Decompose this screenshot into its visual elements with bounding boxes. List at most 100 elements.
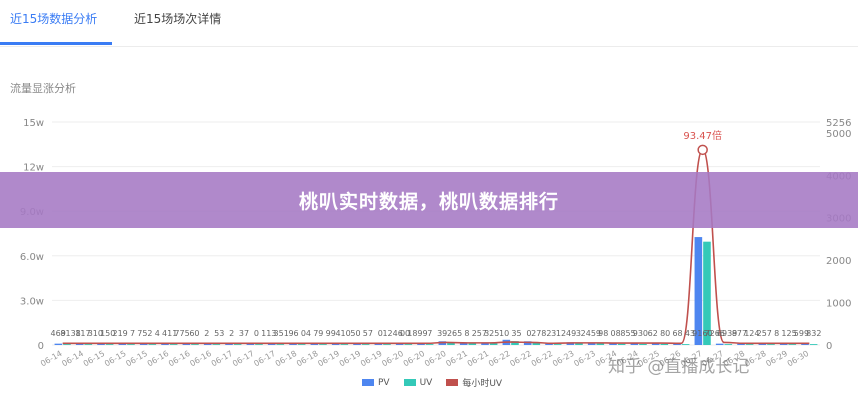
bar-data-label: 4: [155, 329, 160, 338]
bar-uv: [596, 343, 605, 345]
legend-item-hourly-uv[interactable]: 每小时UV: [446, 376, 502, 389]
active-tab-indicator: [0, 42, 112, 45]
bar-data-label: 325: [484, 329, 499, 338]
bar-data-label: 99: [326, 329, 336, 338]
bar-data-label: 930: [633, 329, 648, 338]
x-tick-label: 06-21: [444, 349, 469, 368]
legend-label-hourly-uv: 每小时UV: [462, 379, 503, 389]
bar-data-label: 410: [335, 329, 350, 338]
bar-uv: [767, 344, 775, 345]
bar-data-label: 265: [447, 329, 462, 338]
bar-uv: [724, 344, 733, 345]
y-left-tick-label: 3.0w: [20, 296, 44, 307]
y-left-tick-label: 6.0w: [20, 252, 44, 263]
bar-uv: [212, 344, 221, 345]
bar-data-label: 39: [437, 329, 447, 338]
bar-data-label: 04: [301, 329, 311, 338]
x-tick-label: 06-17: [252, 349, 277, 368]
x-tick-label: 06-19: [359, 349, 384, 368]
peak-marker: [697, 144, 708, 156]
bar-uv: [617, 343, 626, 345]
x-tick-label: 06-30: [786, 349, 811, 368]
bar-uv: [681, 344, 690, 345]
x-tick-label: 06-16: [188, 349, 213, 368]
bar-uv: [340, 344, 349, 345]
bar-uv: [169, 344, 178, 345]
title-banner: 桃叭实时数据，桃叭数据排行: [0, 172, 858, 228]
x-tick-label: 06-16: [167, 349, 192, 368]
legend-label-pv: PV: [378, 377, 390, 388]
legend-label-uv: UV: [419, 377, 433, 388]
bar-data-label: 2: [229, 329, 234, 338]
x-tick-label: 06-17: [231, 349, 256, 368]
x-tick-label: 06-18: [295, 349, 320, 368]
x-tick-label: 06-19: [316, 349, 341, 368]
bar-uv: [319, 344, 327, 345]
bar-data-label: 50: [350, 329, 360, 338]
bar-uv: [297, 344, 306, 345]
y-left-tick-label: 0: [38, 341, 44, 352]
bar-uv: [489, 343, 498, 345]
chart-legend: PV UV 每小时UV: [362, 376, 502, 389]
legend-swatch-pv: [362, 379, 374, 386]
bar-data-label: 96: [288, 329, 298, 338]
x-tick-label: 06-18: [274, 349, 299, 368]
peak-label: 93.47倍: [683, 129, 722, 142]
legend-item-uv[interactable]: UV: [403, 376, 433, 389]
bar-uv: [63, 344, 71, 345]
y-right-tick-label: 1000: [826, 299, 851, 310]
x-tick-label: 06-15: [103, 349, 128, 368]
bar-uv: [553, 344, 562, 345]
bar-data-label: 8: [774, 329, 779, 338]
bar-uv: [255, 344, 263, 345]
bar-data-label: 0: [254, 329, 259, 338]
bar-data-label: 37: [239, 329, 249, 338]
bar-data-label: 832: [806, 329, 821, 338]
bar-data-label: 2782: [531, 329, 551, 338]
bar-uv: [809, 344, 818, 345]
tab-recent-15-details[interactable]: 近15场场次详情: [134, 10, 221, 27]
x-tick-label: 06-22: [530, 349, 555, 368]
bar-uv: [383, 344, 391, 345]
x-tick-label: 06-20: [380, 349, 405, 368]
tab-recent-15-analysis[interactable]: 近15场数据分析: [10, 10, 97, 27]
x-tick-label: 06-17: [210, 349, 235, 368]
y-right-tick-label: 0: [826, 341, 832, 352]
bar-pv: [54, 343, 63, 345]
legend-item-pv[interactable]: PV: [362, 376, 390, 389]
bar-data-label: 53: [214, 329, 224, 338]
bar-uv: [425, 344, 434, 345]
legend-swatch-uv: [403, 379, 416, 386]
bar-data-label: 62: [648, 329, 658, 338]
bar-data-label: 257: [757, 329, 772, 338]
x-tick-label: 06-20: [402, 349, 427, 368]
bar-uv: [84, 344, 93, 345]
x-tick-label: 06-20: [423, 349, 448, 368]
bar-data-label: 79: [313, 329, 323, 338]
x-tick-label: 06-23: [572, 349, 597, 368]
y-right-tick-label: 2000: [826, 256, 851, 267]
bar-data-label: 8: [464, 329, 469, 338]
bar-data-label: 1899: [407, 329, 427, 338]
bar-data-label: 775: [174, 329, 189, 338]
bar-uv: [276, 344, 285, 345]
bar-data-label: 7: [130, 329, 135, 338]
tab-bar: 近15场数据分析 近15场场次详情: [0, 0, 858, 47]
x-tick-label: 06-21: [466, 349, 491, 368]
y-right-tick-label: 5256: [826, 118, 851, 129]
bar-data-label: 57: [363, 329, 373, 338]
bar-data-label: 35: [511, 329, 521, 338]
x-tick-label: 06-15: [124, 349, 149, 368]
y-right-tick-label: 5000: [826, 129, 851, 140]
bar-data-label: 7: [427, 329, 432, 338]
bar-data-label: 351: [274, 329, 289, 338]
bar-data-label: 219: [112, 329, 127, 338]
x-tick-label: 06-14: [60, 349, 85, 368]
x-tick-label: 06-15: [82, 349, 107, 368]
bar-data-label: 60: [189, 329, 199, 338]
bar-data-label: 80: [660, 329, 670, 338]
x-tick-label: 06-22: [508, 349, 533, 368]
x-tick-label: 06-22: [487, 349, 512, 368]
bar-data-label: 08: [611, 329, 621, 338]
y-left-tick-label: 15w: [23, 118, 44, 129]
